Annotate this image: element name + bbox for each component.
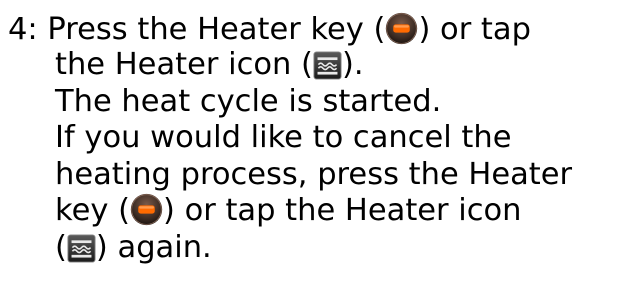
step-line-2: the Heater icon ( ). <box>55 47 364 83</box>
heater-key-icon <box>385 12 418 45</box>
step-text: the Heater icon ( <box>55 47 313 82</box>
step-line-1: 4: Press the Heater key ( ) or tap <box>8 12 531 48</box>
step-text: ( <box>55 230 67 265</box>
heater-icon <box>67 234 96 263</box>
step-line-3: The heat cycle is started. <box>55 84 441 120</box>
step-number: 4: <box>8 12 38 47</box>
step-text: The heat cycle is started. <box>55 84 442 119</box>
step-text: ) again. <box>95 230 212 265</box>
step-line-6: key ( ) or tap the Heater icon <box>55 193 522 229</box>
document-page: 4: Press the Heater key ( ) or tap the H… <box>0 0 618 303</box>
heater-key-icon <box>130 193 163 226</box>
step-text: ). <box>341 47 364 82</box>
step-text: If you would like to cancel the <box>55 120 512 155</box>
step-text: key ( <box>55 193 130 228</box>
step-text: ) or tap <box>418 12 531 47</box>
step-text: Press the Heater key ( <box>47 12 386 47</box>
step-text: ) or tap the Heater icon <box>162 193 522 228</box>
step-text: heating process, press the Heater <box>55 157 573 192</box>
step-line-5: heating process, press the Heater <box>55 157 572 193</box>
step-line-7: ( ) again. <box>55 230 212 266</box>
heater-icon <box>313 51 342 80</box>
step-line-4: If you would like to cancel the <box>55 120 511 156</box>
